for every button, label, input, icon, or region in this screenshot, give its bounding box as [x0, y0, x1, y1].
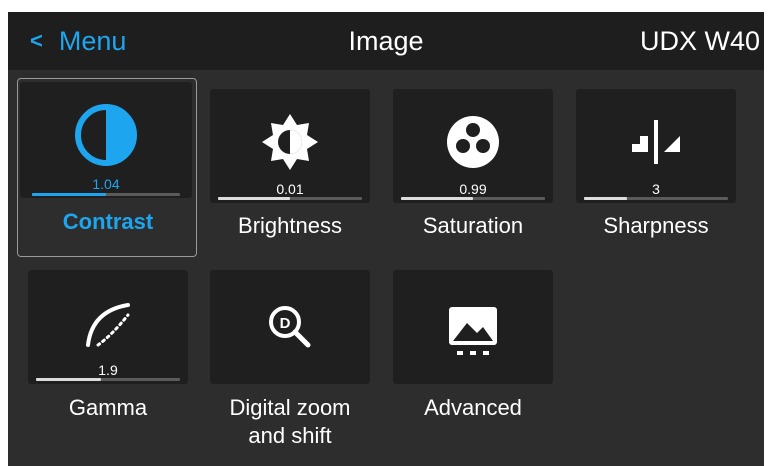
- brightness-value: 0.01: [276, 181, 304, 197]
- saturation-tile[interactable]: 0.99: [393, 89, 553, 203]
- gamma-label: Gamma: [68, 395, 148, 420]
- sharpness-level-bar: [584, 197, 728, 200]
- contrast-label: Contrast: [62, 209, 154, 234]
- gamma-value: 1.9: [98, 362, 118, 378]
- saturation-value: 0.99: [459, 181, 487, 197]
- digital-zoom-label: Digital zoom and shift: [200, 394, 380, 450]
- gamma-level-bar: [36, 378, 180, 381]
- digital-zoom-label-line-2: and shift: [248, 423, 332, 448]
- gamma-tile[interactable]: 1.9: [28, 270, 188, 384]
- sharpness-label: Sharpness: [603, 213, 709, 238]
- sharpness-value: 3: [652, 181, 660, 197]
- header-bar: < Menu Image UDX W40: [8, 12, 764, 70]
- advanced-icon: [438, 294, 508, 364]
- gamma-icon: [73, 288, 143, 358]
- saturation-icon: [438, 107, 508, 177]
- contrast-tile[interactable]: 1.04: [20, 82, 192, 198]
- device-model: UDX W40: [639, 26, 760, 56]
- sharpness-level-fill: [584, 197, 628, 200]
- digital-zoom-label-line-1: Digital zoom: [229, 395, 351, 420]
- saturation-level-bar: [401, 197, 545, 200]
- saturation-level-fill: [401, 197, 473, 200]
- brightness-label: Brightness: [238, 213, 342, 238]
- brightness-tile[interactable]: 0.01: [210, 89, 370, 203]
- sharpness-icon: [621, 107, 691, 177]
- brightness-icon: [255, 107, 325, 177]
- svg-text:D: D: [280, 315, 291, 332]
- contrast-icon: [71, 100, 141, 170]
- contrast-value: 1.04: [92, 176, 120, 192]
- image-menu-screen: < Menu Image UDX W40 1.04 Contrast 0.01 …: [8, 12, 764, 466]
- gamma-level-fill: [36, 378, 101, 381]
- contrast-level-fill: [32, 193, 106, 196]
- sharpness-tile[interactable]: 3: [576, 89, 736, 203]
- contrast-level-bar: [32, 193, 180, 196]
- digital-zoom-icon: D: [255, 292, 325, 362]
- brightness-level-fill: [218, 197, 290, 200]
- brightness-level-bar: [218, 197, 362, 200]
- digital-zoom-tile[interactable]: D: [210, 270, 370, 384]
- saturation-label: Saturation: [422, 213, 524, 238]
- advanced-tile[interactable]: [393, 270, 553, 384]
- advanced-label: Advanced: [424, 395, 522, 420]
